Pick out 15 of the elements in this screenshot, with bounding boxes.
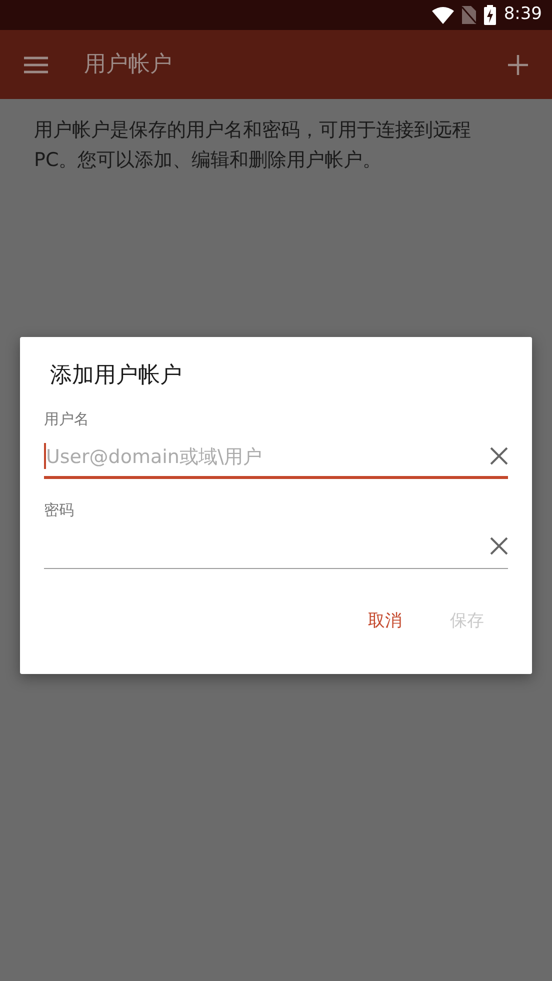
dialog-button[interactable]: 取消 <box>352 603 418 640</box>
battery-charging-icon <box>484 5 496 25</box>
add-icon[interactable] <box>508 54 528 74</box>
no-sim-icon <box>462 6 476 24</box>
dialog-title: 添加用户帐户 <box>50 362 183 390</box>
clear-icon[interactable] <box>490 446 508 464</box>
status-time: 8:39 <box>504 3 542 26</box>
field-label: 密码 <box>44 500 75 520</box>
menu-icon[interactable] <box>24 56 48 74</box>
clear-icon[interactable] <box>490 537 508 555</box>
description-text: 用户帐户是保存的用户名和密码，可用于连接到远程PC。您可以添加、编辑和删除用户帐户。 <box>33 118 472 173</box>
app-bar-title: 用户帐户 <box>84 51 173 79</box>
wifi-icon <box>432 6 454 24</box>
input-field[interactable]: User@domain或域\用户 <box>44 430 508 478</box>
field-label: 用户名 <box>44 409 90 430</box>
